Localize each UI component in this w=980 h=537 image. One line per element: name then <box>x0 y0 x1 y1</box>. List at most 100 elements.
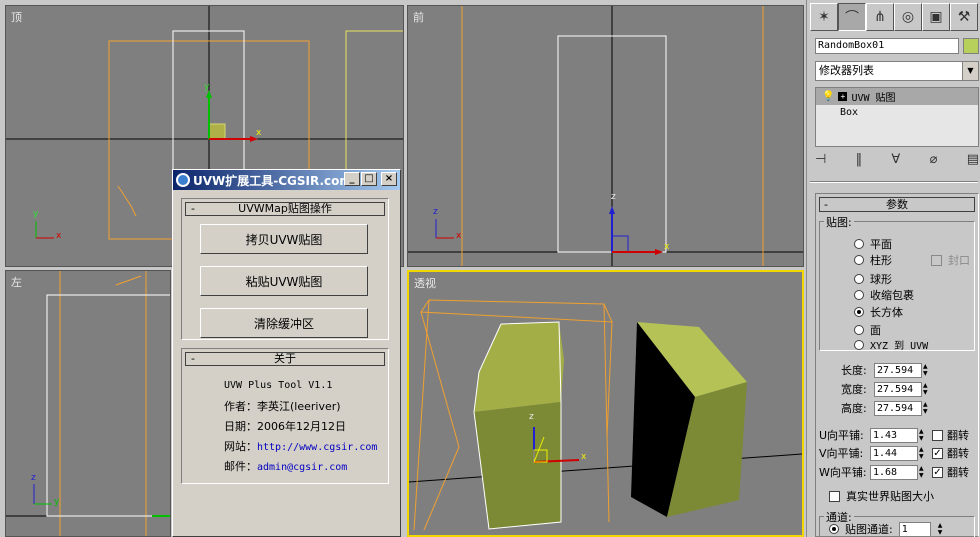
radio-planar[interactable]: 平面 <box>854 236 892 252</box>
clear-buffer-button[interactable]: 清除缓冲区 <box>200 308 368 338</box>
stack-item-uvw-map[interactable]: 💡 + UVW 贴图 <box>816 88 978 105</box>
app-icon <box>176 173 190 187</box>
make-unique-icon[interactable]: ∀ <box>891 152 900 172</box>
object-name-input[interactable]: RandomBox01 <box>815 38 959 54</box>
hierarchy-tab-icon[interactable]: ⋔ <box>866 3 894 31</box>
copy-uvw-button[interactable]: 拷贝UVW贴图 <box>200 224 368 254</box>
object-color-swatch[interactable] <box>963 38 979 54</box>
command-panel-tabs: ✶ ⌒ ⋔ ◎ ▣ ⚒ <box>810 3 978 31</box>
v-flip-checkbox[interactable]: ✓ <box>932 447 943 459</box>
viewport-label: 前 <box>413 11 424 24</box>
cap-checkbox: 封口 <box>931 252 970 268</box>
w-tile-field[interactable]: 1.68 <box>870 464 918 480</box>
collapse-icon[interactable]: - <box>824 198 828 211</box>
viewport-left[interactable]: 左 z y <box>5 270 171 537</box>
map-channel-field[interactable]: 1 <box>898 521 931 537</box>
u-tile-spinner[interactable]: U向平铺: 1.43 ▲ ▼ 翻转 <box>819 427 969 443</box>
uvw-tool-dialog[interactable]: UVW扩展工具-CGSIR.com _ □ × - UVWMap贴图操作 拷贝U… <box>172 169 401 537</box>
axis-z-label: z <box>31 473 36 483</box>
display-tab-icon[interactable]: ▣ <box>922 3 950 31</box>
w-flip-checkbox[interactable]: ✓ <box>932 466 943 478</box>
u-flip-checkbox[interactable] <box>932 429 943 441</box>
radio-face[interactable]: 面 <box>854 322 881 338</box>
modifier-stack[interactable]: 💡 + UVW 贴图 Box <box>815 87 979 147</box>
height-spinner[interactable]: 高度: 27.594 ▲ ▼ <box>841 400 932 416</box>
mapping-label: 贴图: <box>824 214 854 230</box>
map-channel-radio[interactable]: 贴图通道: 1 ▲ ▼ <box>829 521 947 537</box>
length-field[interactable]: 27.594 <box>874 362 922 378</box>
axis-x-label: x <box>456 231 462 241</box>
radio-xyz-to-uvw[interactable]: XYZ 到 UVW <box>854 337 928 352</box>
rollout-header[interactable]: - 参数 <box>819 197 975 212</box>
modify-tab-icon[interactable]: ⌒ <box>838 3 866 31</box>
viewport-label: 左 <box>11 276 22 289</box>
parameters-rollout: - 参数 贴图: 平面 柱形 封口 球形 收缩包裹 长方体 面 XYZ 到 UV… <box>815 193 979 537</box>
collapse-icon[interactable]: - <box>191 353 195 365</box>
configure-sets-icon[interactable]: ▤ <box>967 152 979 172</box>
spinner-arrows-icon[interactable]: ▲ ▼ <box>919 465 928 480</box>
axis-x-label: x <box>256 128 262 138</box>
viewport-front[interactable]: 前 z x z x <box>407 5 804 267</box>
create-tab-icon[interactable]: ✶ <box>810 3 838 31</box>
email-line: 邮件：admin@cgsir.com <box>224 460 348 473</box>
spinner-arrows-icon[interactable]: ▲ ▼ <box>923 401 932 416</box>
radio-spherical[interactable]: 球形 <box>854 271 892 287</box>
spinner-arrows-icon[interactable]: ▲ ▼ <box>923 363 932 378</box>
u-tile-field[interactable]: 1.43 <box>870 427 918 443</box>
dialog-title: UVW扩展工具-CGSIR.com <box>193 173 352 188</box>
radio-cylindrical[interactable]: 柱形 <box>854 252 892 268</box>
modifier-list-dropdown[interactable]: 修改器列表 ▼ <box>815 61 979 81</box>
rollout-header[interactable]: - UVWMap贴图操作 <box>185 202 385 216</box>
viewport-label: 透视 <box>414 277 436 290</box>
tool-name: UVW Plus Tool V1.1 <box>224 380 333 391</box>
author-line: 作者：李英江(leeriver) <box>224 400 341 413</box>
spinner-arrows-icon[interactable]: ▲ ▼ <box>919 446 928 461</box>
mapping-group <box>819 221 975 351</box>
radio-box[interactable]: 长方体 <box>854 304 903 320</box>
radio-shrink-wrap[interactable]: 收缩包裹 <box>854 287 914 303</box>
close-button[interactable]: × <box>381 172 397 186</box>
spinner-arrows-icon[interactable]: ▲ ▼ <box>919 428 928 443</box>
rollout-title: UVWMap贴图操作 <box>238 202 332 215</box>
paste-uvw-button[interactable]: 粘贴UVW贴图 <box>200 266 368 296</box>
rollout-header[interactable]: - 关于 <box>185 352 385 366</box>
spinner-arrows-icon[interactable]: ▲ ▼ <box>923 382 932 397</box>
height-field[interactable]: 27.594 <box>874 400 922 416</box>
dialog-title-bar[interactable]: UVW扩展工具-CGSIR.com _ □ × <box>173 170 400 190</box>
collapse-icon[interactable]: - <box>191 203 195 215</box>
chevron-down-icon[interactable]: ▼ <box>962 62 978 80</box>
real-world-map-size-checkbox[interactable]: 真实世界贴图大小 <box>829 488 934 504</box>
maximize-button[interactable]: □ <box>361 172 377 186</box>
motion-tab-icon[interactable]: ◎ <box>894 3 922 31</box>
length-spinner[interactable]: 长度: 27.594 ▲ ▼ <box>841 362 932 378</box>
show-end-result-icon[interactable]: ‖ <box>856 152 863 172</box>
viewport-perspective[interactable]: 透视 z x <box>407 270 804 537</box>
v-tile-field[interactable]: 1.44 <box>870 445 918 461</box>
axis-z-label: z <box>611 192 616 202</box>
utilities-tab-icon[interactable]: ⚒ <box>950 3 978 31</box>
axis-x-label: x <box>581 452 587 462</box>
minimize-button[interactable]: _ <box>344 172 360 186</box>
rollout-title: 参数 <box>886 198 908 211</box>
website-line: 网站：http://www.cgsir.com <box>224 440 378 453</box>
stack-item-box[interactable]: Box <box>816 105 978 120</box>
axis-y-label: y <box>54 497 60 507</box>
w-tile-spinner[interactable]: W向平铺: 1.68 ▲ ▼ ✓ 翻转 <box>819 464 969 480</box>
website-link[interactable]: http://www.cgsir.com <box>257 442 377 453</box>
v-tile-spinner[interactable]: V向平铺: 1.44 ▲ ▼ ✓ 翻转 <box>819 445 969 461</box>
expand-icon[interactable]: + <box>838 92 848 101</box>
axis-y-label: y <box>204 82 210 92</box>
uvw-map-rollout: - UVWMap贴图操作 拷贝UVW贴图 粘贴UVW贴图 清除缓冲区 <box>181 198 389 340</box>
email-link[interactable]: admin@cgsir.com <box>257 462 347 473</box>
pin-stack-icon[interactable]: ⊣ <box>815 152 826 172</box>
axis-z-label: z <box>433 207 438 217</box>
lightbulb-icon[interactable]: 💡 <box>822 91 834 102</box>
axis-x-label: x <box>56 231 62 241</box>
width-spinner[interactable]: 宽度: 27.594 ▲ ▼ <box>841 381 932 397</box>
spinner-arrows-icon[interactable]: ▲ ▼ <box>938 522 947 537</box>
width-field[interactable]: 27.594 <box>874 381 922 397</box>
stack-toolbar: ⊣ ‖ ∀ ⌀ ▤ <box>815 152 979 172</box>
date-line: 日期：2006年12月12日 <box>224 420 346 433</box>
remove-modifier-icon[interactable]: ⌀ <box>930 152 938 172</box>
axis-x-label: x <box>664 242 670 252</box>
